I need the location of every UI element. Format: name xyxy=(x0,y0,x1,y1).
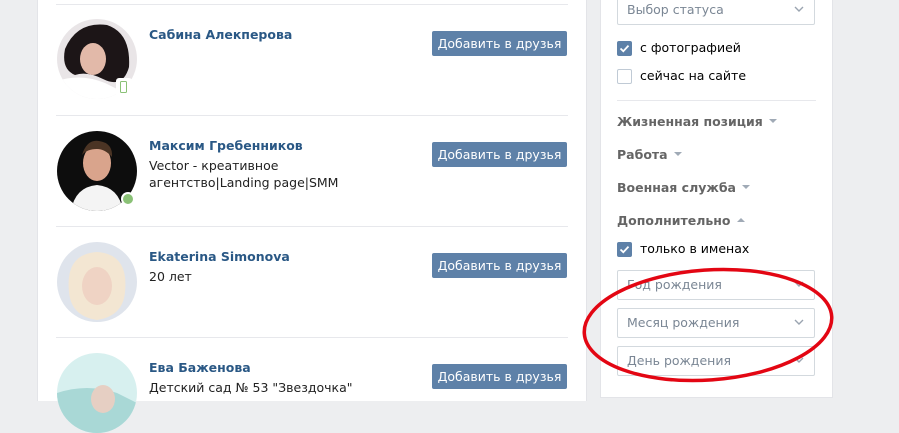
person-name[interactable]: Максим Гребенников xyxy=(149,138,303,153)
list-item: Сабина Алекперова Добавить в друзья xyxy=(38,0,586,115)
divider xyxy=(56,115,568,116)
avatar[interactable] xyxy=(57,242,137,322)
checkbox-checked[interactable] xyxy=(617,242,632,257)
chevron-down-icon xyxy=(794,319,804,325)
chevron-down-icon xyxy=(794,281,804,287)
divider xyxy=(56,337,568,338)
chevron-down-icon xyxy=(794,6,804,12)
chevron-down-icon xyxy=(794,357,804,363)
section-additional[interactable]: Дополнительно xyxy=(617,213,745,228)
status-select[interactable]: Выбор статуса xyxy=(617,0,815,25)
birth-month-select[interactable]: Месяц рождения xyxy=(617,308,815,338)
checkbox-checked[interactable] xyxy=(617,41,632,56)
checkbox-unchecked[interactable] xyxy=(617,69,632,84)
search-filters-panel: Выбор статуса с фотографией сейчас на са… xyxy=(600,0,833,398)
section-life-position[interactable]: Жизненная позиция xyxy=(617,114,777,129)
add-friend-button[interactable]: Добавить в друзья xyxy=(432,142,567,167)
section-military[interactable]: Военная служба xyxy=(617,180,750,195)
list-item: Ева Баженова Детский сад № 53 "Звездочка… xyxy=(38,337,586,433)
person-name[interactable]: Ева Баженова xyxy=(149,360,251,375)
section-label: Жизненная позиция xyxy=(617,114,763,129)
online-now-label: сейчас на сайте xyxy=(640,68,747,83)
avatar[interactable] xyxy=(57,353,137,433)
section-label: Дополнительно xyxy=(617,213,731,228)
person-name[interactable]: Ekaterina Simonova xyxy=(149,249,290,264)
divider xyxy=(56,4,568,5)
list-item: Ekaterina Simonova 20 лет Добавить в дру… xyxy=(38,226,586,337)
status-select-value: Выбор статуса xyxy=(627,2,724,17)
section-work[interactable]: Работа xyxy=(617,147,682,162)
person-subtitle: 20 лет xyxy=(149,269,192,284)
birth-day-select[interactable]: День рождения xyxy=(617,346,815,376)
divider xyxy=(617,100,816,101)
person-subtitle: Детский сад № 53 "Звездочка" xyxy=(149,380,353,395)
section-label: Работа xyxy=(617,147,668,162)
caret-up-icon xyxy=(736,217,745,222)
search-results-list: Сабина Алекперова Добавить в друзья Макс… xyxy=(37,0,587,433)
birth-month-value: Месяц рождения xyxy=(627,315,740,330)
add-friend-button[interactable]: Добавить в друзья xyxy=(432,31,567,56)
person-name[interactable]: Сабина Алекперова xyxy=(149,27,292,42)
divider xyxy=(56,226,568,227)
checkmark-icon xyxy=(619,245,630,254)
online-status-badge xyxy=(121,192,135,206)
caret-down-icon xyxy=(742,184,750,189)
online-mobile-badge xyxy=(116,78,132,98)
add-friend-button[interactable]: Добавить в друзья xyxy=(432,364,567,389)
person-subtitle: Vector - креативное агентство|Landing pa… xyxy=(149,158,339,190)
list-item: Максим Гребенников Vector - креативное а… xyxy=(38,115,586,226)
add-friend-button[interactable]: Добавить в друзья xyxy=(432,253,567,278)
checkmark-icon xyxy=(619,44,630,53)
phone-icon xyxy=(120,81,127,93)
section-label: Военная служба xyxy=(617,180,736,195)
caret-down-icon xyxy=(673,151,682,156)
names-only-label: только в именах xyxy=(640,241,750,256)
birth-year-select[interactable]: Год рождения xyxy=(617,270,815,300)
birth-year-value: Год рождения xyxy=(627,277,722,292)
with-photo-label: с фотографией xyxy=(640,40,741,55)
birth-day-value: День рождения xyxy=(627,353,731,368)
caret-down-icon xyxy=(768,118,777,123)
